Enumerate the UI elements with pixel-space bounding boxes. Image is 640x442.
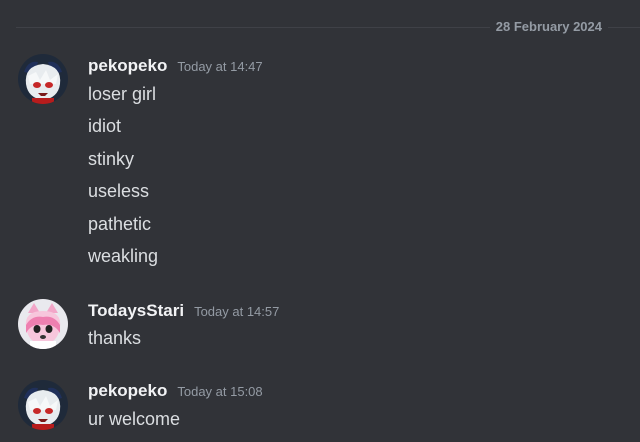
avatar-todaysstari[interactable]	[18, 299, 68, 349]
message-text: useless	[88, 181, 150, 201]
author-name[interactable]: pekopeko	[88, 381, 167, 401]
message-timestamp[interactable]: Today at 15:08	[177, 384, 262, 399]
message-header: pekopeko Today at 15:08	[88, 381, 263, 401]
message-text: pathetic	[88, 214, 152, 234]
message-text: ur welcome	[88, 409, 181, 429]
author-name[interactable]: pekopeko	[88, 56, 167, 76]
message-text: idiot	[88, 116, 122, 136]
message-timestamp[interactable]: Today at 14:57	[194, 304, 279, 319]
message-text: thanks	[88, 328, 142, 348]
author-name[interactable]: TodaysStari	[88, 301, 184, 321]
message-text: stinky	[88, 149, 135, 169]
avatar-todaysstari-icon	[18, 299, 68, 349]
message-header: TodaysStari Today at 14:57	[88, 301, 279, 321]
avatar-pekopeko-icon	[18, 54, 68, 104]
avatar-pekopeko[interactable]	[18, 380, 68, 430]
message-text: loser girl	[88, 84, 157, 104]
avatar-pekopeko[interactable]	[18, 54, 68, 104]
message-timestamp[interactable]: Today at 14:47	[177, 59, 262, 74]
avatar-pekopeko-icon	[18, 380, 68, 430]
date-divider-label: 28 February 2024	[489, 18, 608, 36]
message-header: pekopeko Today at 14:47	[88, 56, 263, 76]
message-text: weakling	[88, 246, 159, 266]
